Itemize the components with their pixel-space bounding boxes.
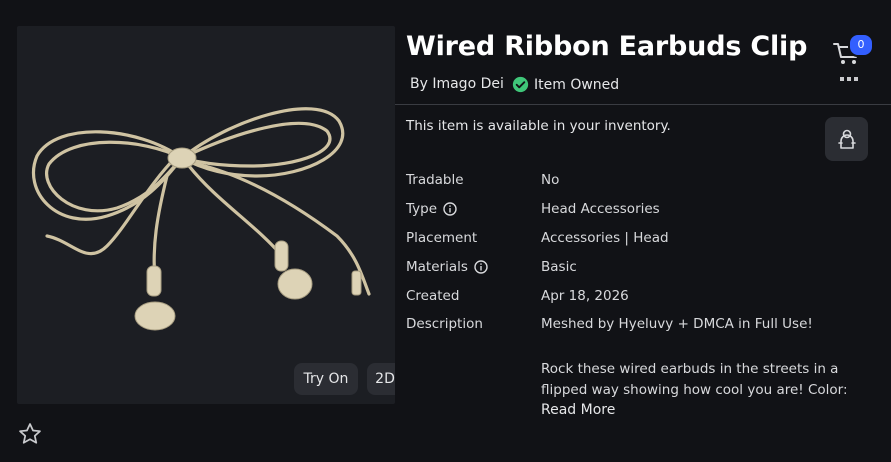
materials-label-text: Materials	[406, 259, 468, 275]
tradable-label-text: Tradable	[406, 172, 464, 188]
description-line-3: flipped way showing how cool you are! Co…	[541, 382, 848, 398]
materials-info-icon[interactable]	[474, 260, 488, 274]
type-value[interactable]: Head Accessories	[541, 201, 660, 217]
description-label-text: Description	[406, 316, 483, 332]
try-on-button[interactable]: Try On	[294, 363, 358, 395]
header-divider	[395, 104, 891, 105]
earbuds-image	[31, 107, 371, 331]
creator-link[interactable]: By Imago Dei	[410, 76, 504, 92]
tradable-value: No	[541, 172, 560, 188]
availability-text: This item is available in your inventory…	[406, 118, 671, 134]
type-label-text: Type	[406, 201, 438, 217]
avatar-preview-button[interactable]	[825, 117, 868, 161]
created-value: Apr 18, 2026	[541, 288, 629, 304]
placement-label: Placement	[406, 230, 477, 246]
cart-count-badge: 0	[848, 33, 874, 57]
created-label: Created	[406, 288, 459, 304]
check-circle-icon	[512, 76, 529, 93]
materials-label: Materials	[406, 259, 488, 275]
placement-label-text: Placement	[406, 230, 478, 246]
type-label: Type	[406, 201, 457, 217]
materials-value: Basic	[541, 259, 577, 275]
item-preview[interactable]: Try On 2D	[17, 26, 395, 404]
favorite-star-icon[interactable]	[17, 421, 43, 447]
description-label: Description	[406, 316, 483, 332]
description-line-1: Meshed by Hyeluvy + DMCA in Full Use!	[541, 316, 813, 332]
tradable-label: Tradable	[406, 172, 464, 188]
owned-label: Item Owned	[534, 76, 620, 93]
read-more-link[interactable]: Read More	[541, 402, 615, 418]
owned-badge: Item Owned	[512, 76, 619, 93]
more-options-icon[interactable]	[839, 73, 859, 85]
description-line-2: Rock these wired earbuds in the streets …	[541, 361, 839, 377]
avatar-icon	[838, 129, 856, 149]
type-info-icon[interactable]	[443, 202, 457, 216]
view-mode-2d-button[interactable]: 2D	[367, 363, 395, 395]
item-title: Wired Ribbon Earbuds Clip	[406, 31, 808, 62]
created-label-text: Created	[406, 288, 460, 304]
placement-value[interactable]: Accessories | Head	[541, 230, 669, 246]
